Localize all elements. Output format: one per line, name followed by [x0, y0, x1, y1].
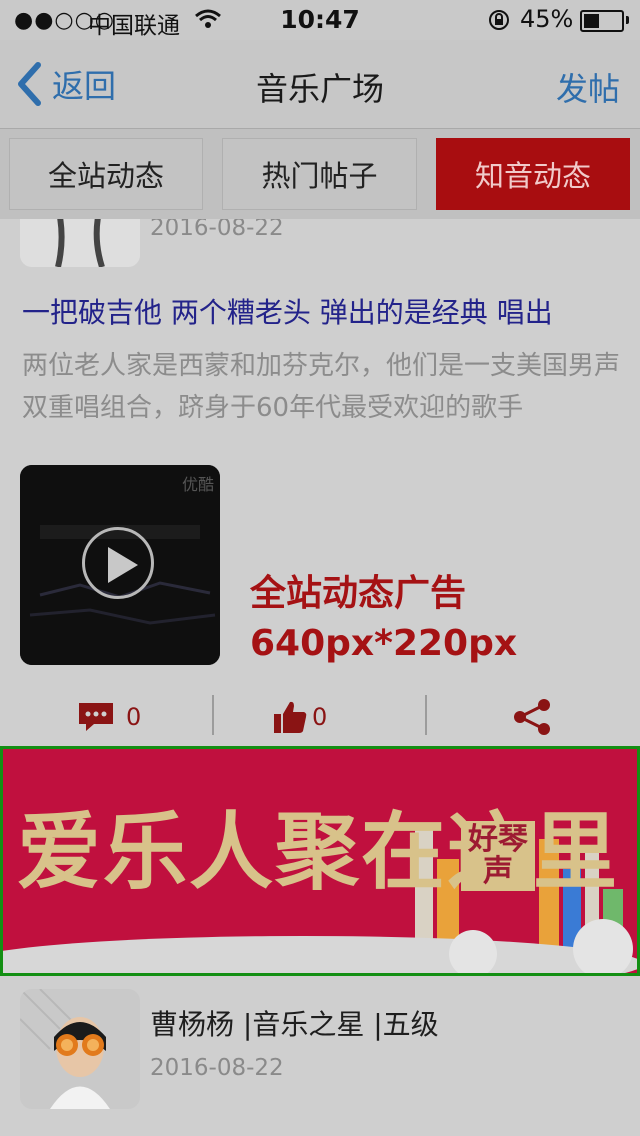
page-title: 音乐广场 [255, 70, 384, 108]
tab-bar: 全站动态 热门帖子 知音动态 [0, 129, 640, 219]
avatar[interactable] [20, 989, 140, 1109]
post-author[interactable]: 曹杨杨 |音乐之星 |五级 [150, 1003, 439, 1043]
divider [212, 695, 214, 735]
like-count: 0 [312, 703, 328, 731]
battery-percent: 45% [520, 5, 574, 33]
post-actions: 0 0 [0, 689, 640, 745]
video-thumbnail[interactable]: 优酷 [20, 465, 220, 665]
video-watermark: 优酷 [181, 475, 214, 494]
status-bar: ●●○○○ 中国联通 10:47 45% [0, 0, 640, 40]
ad-note-size: 640px*220px [250, 623, 518, 664]
comment-count: 0 [126, 703, 142, 731]
tab-site-activity[interactable]: 全站动态 [9, 138, 203, 210]
post-body: 两位老人家是西蒙和加芬克尔，他们是一支美国男声双重唱组合，跻身于60年代最受欢迎… [22, 351, 621, 423]
tab-friends-activity[interactable]: 知音动态 [436, 138, 630, 210]
post-date: 2016-08-22 [150, 219, 284, 241]
ad-placeholder-note: 全站动态广告 640px*220px [250, 569, 517, 669]
like-button[interactable]: 0 [272, 697, 327, 737]
ad-note-title: 全站动态广告 [250, 573, 467, 614]
new-post-button[interactable]: 发帖 [556, 64, 620, 110]
banner-badge: 好琴声 [461, 821, 535, 891]
rotation-lock-icon [488, 9, 510, 35]
comment-button[interactable]: 0 [76, 697, 141, 737]
share-button[interactable] [512, 697, 552, 737]
navigation-bar: 返回 音乐广场 发帖 [0, 40, 640, 129]
post-date: 2016-08-22 [150, 1055, 284, 1081]
feed[interactable]: 2016-08-22 一把破吉他 两个糟老头 弹出的是经典 唱出 两位老人家是西… [0, 219, 640, 1136]
battery-icon [580, 10, 629, 32]
share-icon [514, 699, 550, 735]
comment-icon [79, 703, 113, 731]
thumbs-up-icon [274, 701, 307, 733]
divider [425, 695, 427, 735]
banner-ad[interactable]: 爱乐人聚在这里 好琴声 [0, 746, 640, 976]
tab-hot-posts[interactable]: 热门帖子 [222, 138, 417, 210]
post-title[interactable]: 一把破吉他 两个糟老头 弹出的是经典 唱出 [22, 291, 553, 331]
avatar[interactable] [20, 219, 140, 267]
